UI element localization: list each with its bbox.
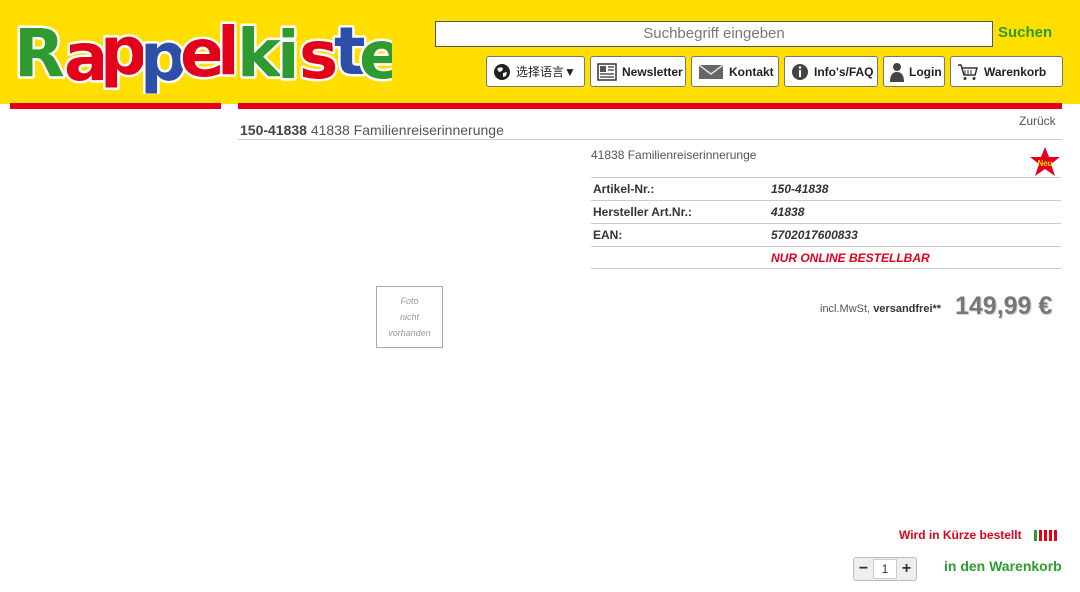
new-badge: Neu (1029, 146, 1061, 178)
login-button[interactable]: Login (883, 56, 945, 87)
newsletter-label: Newsletter (622, 64, 683, 79)
main-column-red-bar (238, 103, 1062, 109)
product-title: 150-41838 41838 Familienreiserinnerunge (240, 122, 504, 138)
logo-wordmark: R a p p e l k i s t e (12, 11, 407, 99)
spec-label: Artikel-Nr.: (593, 182, 655, 196)
search-input[interactable]: Suchbegriff eingeben (435, 21, 993, 47)
quantity-increase-button[interactable]: + (897, 558, 916, 580)
indicator-bar (1049, 530, 1052, 541)
left-column-red-bar (10, 103, 221, 109)
kontakt-label: Kontakt (729, 64, 774, 79)
no-photo-line: Foto (400, 296, 419, 306)
spec-label: Hersteller Art.Nr.: (593, 205, 692, 219)
language-select-button[interactable]: 选择语言▼ (486, 56, 585, 87)
infos-faq-button[interactable]: Info's/FAQ (784, 56, 878, 87)
product-sku: 150-41838 (240, 122, 307, 138)
search-button[interactable]: Suchen (998, 24, 1052, 41)
product-name: 41838 Familienreiserinnerunge (310, 122, 504, 138)
no-photo-line: nicht (399, 312, 419, 322)
quantity-decrease-button[interactable]: − (854, 558, 873, 580)
newsletter-button[interactable]: Newsletter (590, 56, 686, 87)
infos-faq-label: Info's/FAQ (814, 64, 874, 79)
warenkorb-label: Warenkorb (984, 64, 1047, 79)
spec-value: 5702017600833 (771, 228, 858, 242)
indicator-bar (1039, 530, 1042, 541)
cart-icon (958, 63, 978, 80)
price-note-shipping: versandfrei** (873, 303, 942, 315)
info-icon (792, 63, 808, 80)
svg-text:i: i (277, 17, 300, 94)
newsletter-icon (597, 62, 617, 81)
login-label: Login (909, 64, 942, 79)
new-badge-label: Neu (1037, 159, 1052, 168)
svg-text:R: R (14, 15, 65, 92)
table-row: Hersteller Art.Nr.: 41838 (591, 200, 1061, 223)
title-divider (238, 139, 1062, 140)
availability-indicator (1034, 530, 1057, 541)
indicator-bar (1044, 530, 1047, 541)
table-row: EAN: 5702017600833 (591, 223, 1061, 246)
warenkorb-button[interactable]: Warenkorb (950, 56, 1063, 87)
globe-icon (494, 63, 510, 80)
availability-status: Wird in Kürze bestellt (899, 528, 1022, 542)
product-price: 149,99 € (955, 292, 1053, 320)
spec-value: 41838 (771, 205, 805, 219)
no-photo-line: vorhanden (388, 328, 431, 338)
quantity-stepper: − 1 + (853, 557, 917, 581)
svg-text:e: e (359, 17, 392, 94)
product-subtitle: 41838 Familienreiserinnerunge (591, 148, 757, 162)
online-only-notice: NUR ONLINE BESTELLBAR (771, 250, 930, 265)
back-link[interactable]: Zurück (1019, 114, 1056, 128)
spec-label: EAN: (593, 228, 623, 242)
star-icon: Neu (1030, 147, 1060, 176)
price-note-tax: incl.MwSt, (820, 303, 874, 315)
envelope-icon (698, 63, 724, 79)
indicator-bar (1034, 530, 1037, 541)
table-row: Artikel-Nr.: 150-41838 (591, 177, 1061, 200)
no-photo-placeholder: Foto nicht vorhanden (376, 286, 443, 348)
spec-table: Artikel-Nr.: 150-41838 Hersteller Art.Nr… (591, 177, 1061, 269)
indicator-bar (1054, 530, 1057, 541)
user-icon (890, 62, 904, 82)
price-note: incl.MwSt, versandfrei** (820, 303, 941, 315)
quantity-input[interactable]: 1 (873, 559, 897, 579)
add-to-cart-button[interactable]: in den Warenkorb (944, 558, 1062, 574)
header: R a p p e l k i s t e Suchbegriff eingeb… (0, 0, 1080, 104)
rappelkiste-logo[interactable]: R a p p e l k i s t e (12, 8, 407, 99)
kontakt-button[interactable]: Kontakt (691, 56, 779, 87)
table-row: NUR ONLINE BESTELLBAR (591, 246, 1061, 269)
svg-text:s: s (299, 17, 338, 94)
spec-value: 150-41838 (771, 182, 829, 196)
language-label: 选择语言▼ (516, 65, 576, 79)
